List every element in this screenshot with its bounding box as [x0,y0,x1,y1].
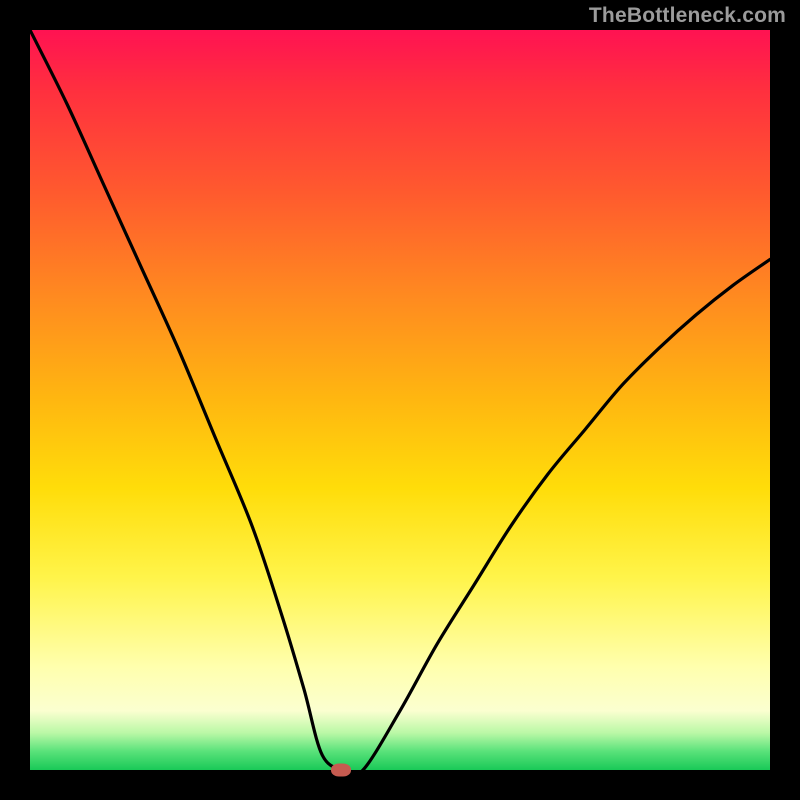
chart-frame: TheBottleneck.com [0,0,800,800]
bottleneck-curve [30,30,770,770]
watermark-text: TheBottleneck.com [589,4,786,28]
plot-area [30,30,770,770]
bottleneck-marker [331,764,351,777]
